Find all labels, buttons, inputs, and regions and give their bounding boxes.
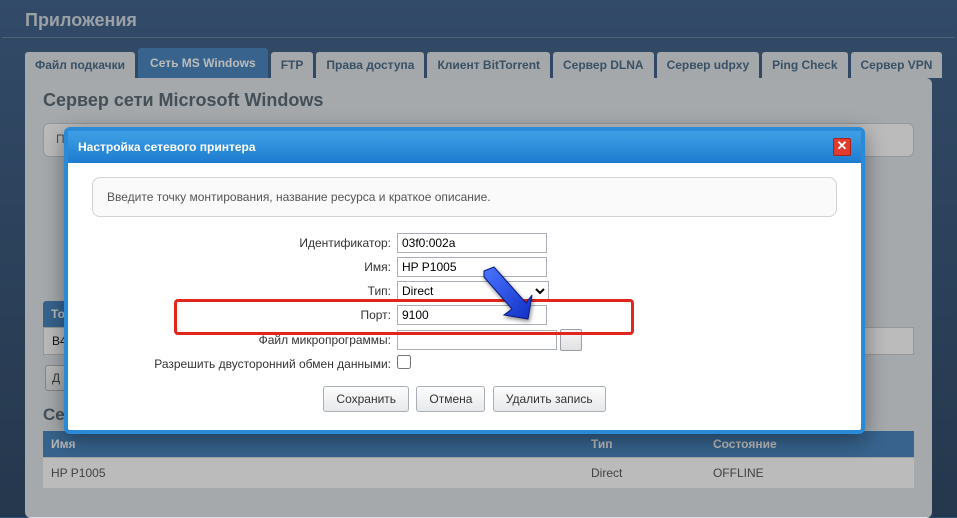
- modal-hint: Введите точку монтирования, название рес…: [92, 177, 837, 217]
- type-label: Тип:: [92, 284, 397, 298]
- firmware-path[interactable]: [397, 330, 557, 350]
- name-input[interactable]: [397, 257, 547, 277]
- delete-button[interactable]: Удалить запись: [493, 386, 606, 412]
- firmware-label: Файл микропрограммы:: [92, 333, 397, 347]
- id-label: Идентификатор:: [92, 236, 397, 250]
- cancel-button[interactable]: Отмена: [416, 386, 485, 412]
- close-icon[interactable]: ✕: [833, 138, 851, 156]
- browse-button[interactable]: [560, 329, 582, 351]
- modal-button-row: Сохранить Отмена Удалить запись: [92, 386, 837, 412]
- save-button[interactable]: Сохранить: [323, 386, 409, 412]
- type-select[interactable]: Direct: [397, 281, 549, 301]
- modal-header: Настройка сетевого принтера ✕: [68, 131, 861, 163]
- port-input[interactable]: [397, 305, 547, 325]
- bidir-checkbox[interactable]: [397, 355, 411, 369]
- printer-settings-modal: Настройка сетевого принтера ✕ Введите то…: [64, 127, 865, 434]
- id-input[interactable]: [397, 233, 547, 253]
- bidir-label: Разрешить двусторонний обмен данными:: [92, 357, 397, 371]
- port-label: Порт:: [92, 308, 397, 322]
- name-label: Имя:: [92, 260, 397, 274]
- modal-title: Настройка сетевого принтера: [78, 140, 256, 154]
